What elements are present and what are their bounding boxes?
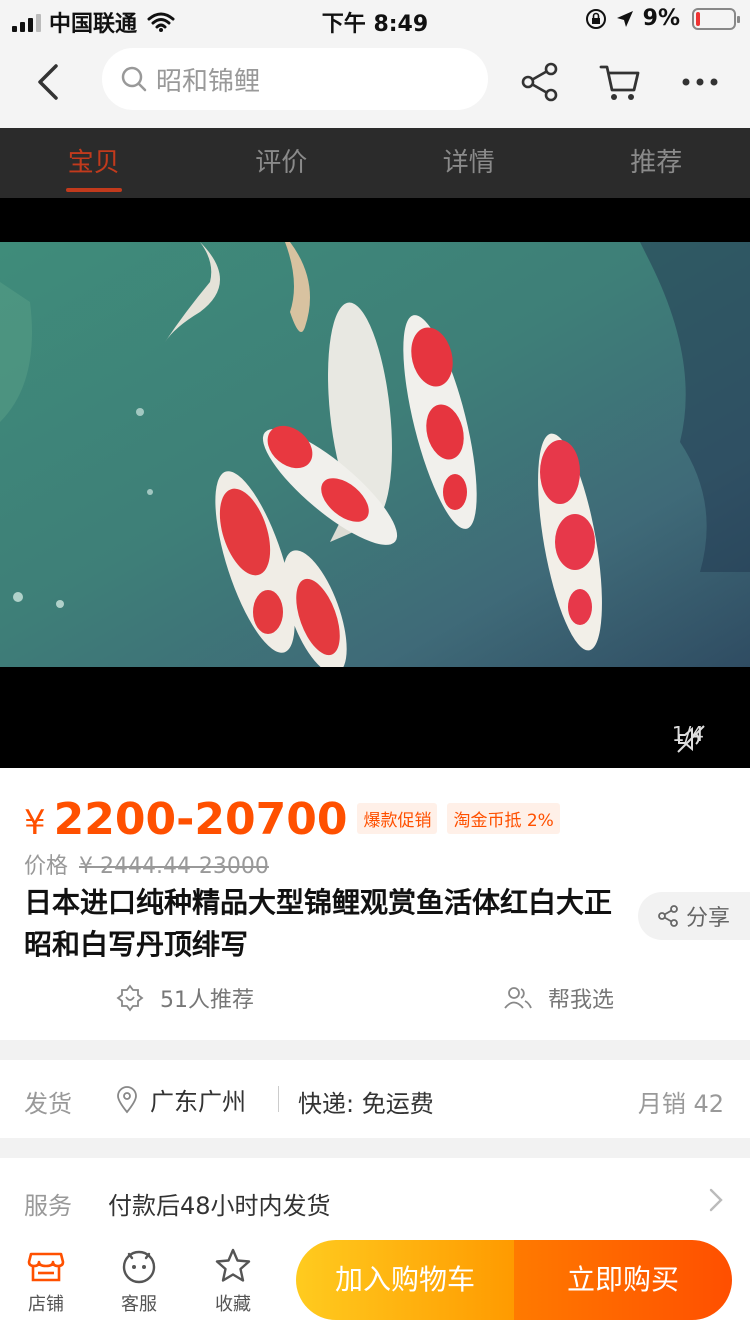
promo-tag: 爆款促销	[357, 803, 438, 834]
shop-button[interactable]: 店铺	[11, 1246, 81, 1316]
favorite-label: 收藏	[215, 1294, 251, 1315]
chevron-right-icon	[709, 1188, 723, 1212]
location-pin-icon	[117, 1085, 137, 1113]
shipping-row[interactable]: 发货 广东广州 快递: 免运费 月销 42	[0, 1060, 750, 1138]
tab-reviews[interactable]: 评价	[188, 128, 376, 198]
badge-icon	[116, 984, 144, 1012]
people-icon	[504, 987, 532, 1009]
detail-tabs: 宝贝 评价 详情 推荐	[0, 128, 750, 198]
product-title: 日本进口纯种精品大型锦鲤观赏鱼活体红白大正昭和白写丹顶绯写	[24, 886, 613, 961]
add-to-cart-button[interactable]: 加入购物车	[296, 1240, 514, 1320]
nav-bar: 昭和锦鲤	[0, 40, 750, 128]
chat-face-icon	[122, 1250, 156, 1284]
shipping-location-text: 广东广州	[150, 1088, 246, 1116]
store-icon	[27, 1252, 65, 1282]
share-button[interactable]: 分享	[638, 892, 750, 940]
koi-photo	[0, 242, 750, 667]
original-price: ¥ 2444.44-23000	[79, 854, 269, 879]
status-bar: 中国联通 下午 8:49 9%	[0, 0, 750, 40]
buy-now-button[interactable]: 立即购买	[514, 1240, 732, 1320]
currency-symbol: ¥	[24, 803, 46, 843]
help-choose-button[interactable]: 帮我选	[502, 982, 614, 1014]
price-row: ¥ 2200-20700 爆款促销 淘金币抵 2%	[24, 794, 560, 845]
share-label: 分享	[686, 906, 731, 931]
share-icon	[658, 905, 678, 927]
recommend-count: 51人推荐	[160, 988, 254, 1013]
shipping-label: 发货	[24, 1090, 72, 1118]
mute-icon[interactable]	[674, 722, 708, 756]
tab-details[interactable]: 详情	[375, 128, 563, 198]
product-info: ¥ 2200-20700 爆款促销 淘金币抵 2% 价格 ¥ 2444.44-2…	[0, 768, 750, 1040]
tab-baobei[interactable]: 宝贝	[0, 128, 188, 198]
share-icon[interactable]	[518, 60, 562, 104]
search-icon	[121, 66, 147, 92]
location-arrow-icon	[616, 10, 633, 27]
service-text: 付款后48小时内发货	[108, 1192, 331, 1220]
cart-icon[interactable]	[598, 60, 642, 104]
battery-percent: 9%	[642, 6, 680, 31]
search-placeholder: 昭和锦鲤	[156, 66, 261, 97]
original-price-label: 价格	[24, 854, 69, 879]
help-choose-label: 帮我选	[548, 988, 615, 1013]
original-price-row: 价格 ¥ 2444.44-23000	[24, 848, 269, 880]
bottom-action-bar: 店铺 客服 收藏 加入购物车 立即购买	[0, 1240, 750, 1334]
coin-tag: 淘金币抵 2%	[447, 803, 560, 834]
shop-label: 店铺	[28, 1294, 64, 1315]
product-media[interactable]: 1/4	[0, 198, 750, 768]
shipping-fee: 快递: 免运费	[298, 1090, 434, 1118]
tab-recommend[interactable]: 推荐	[563, 128, 750, 198]
service-row[interactable]: 服务 付款后48小时内发货	[0, 1158, 750, 1242]
shipping-location: 广东广州	[116, 1082, 246, 1117]
rotation-lock-icon	[585, 8, 606, 29]
customer-service-button[interactable]: 客服	[104, 1246, 174, 1316]
service-label: 服务	[24, 1192, 72, 1220]
back-icon[interactable]	[28, 60, 72, 104]
favorite-button[interactable]: 收藏	[198, 1246, 268, 1316]
customer-service-label: 客服	[121, 1294, 157, 1315]
more-icon[interactable]	[678, 60, 722, 104]
battery-icon	[692, 7, 740, 30]
star-icon	[215, 1248, 251, 1282]
monthly-sales: 月销 42	[637, 1090, 724, 1118]
recommend-button[interactable]: 51人推荐	[116, 982, 254, 1014]
divider	[278, 1086, 279, 1112]
price: 2200-20700	[53, 794, 348, 845]
search-input[interactable]: 昭和锦鲤	[102, 48, 488, 110]
